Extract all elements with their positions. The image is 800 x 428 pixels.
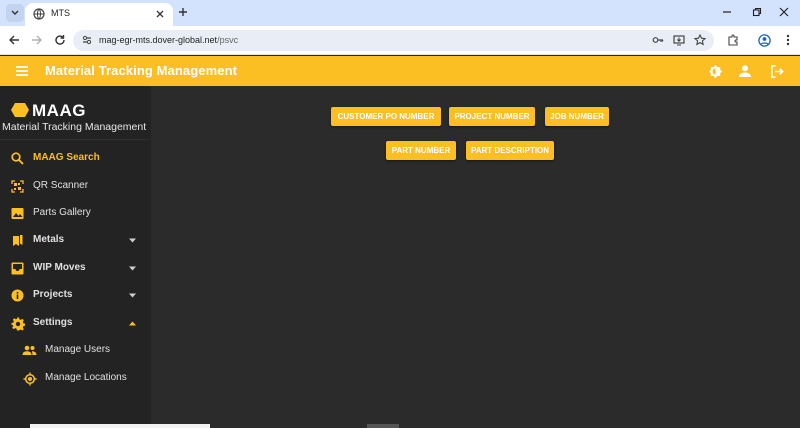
tab-close-button[interactable]: [153, 7, 167, 21]
sidebar-item-label: WIP Moves: [33, 262, 86, 273]
password-key-button[interactable]: [651, 33, 665, 47]
brand-subtitle: Material Tracking Management: [2, 121, 147, 133]
caret-down-icon: [129, 238, 136, 243]
browser-tab[interactable]: MTS: [25, 3, 173, 26]
sidebar-item-parts-gallery[interactable]: Parts Gallery: [0, 200, 151, 227]
sidebar-item-settings[interactable]: Settings: [0, 310, 151, 337]
search-icon: [10, 151, 25, 166]
globe-icon: [33, 8, 45, 20]
sidebar-item-maag-search[interactable]: MAAG Search: [0, 145, 151, 172]
minimize-window-button[interactable]: [718, 4, 736, 20]
job-number-button[interactable]: JOB NUMBER: [545, 107, 609, 126]
person-icon: [739, 65, 751, 77]
sidebar-item-label: MAAG Search: [33, 152, 100, 163]
restore-window-button[interactable]: [748, 4, 766, 20]
sidebar-item-label: Projects: [33, 289, 73, 300]
brand-name: MAAG: [32, 101, 86, 120]
gear-icon: [10, 316, 25, 331]
customer-po-number-button[interactable]: CUSTOMER PO NUMBER: [331, 107, 441, 126]
arrow-right-icon: [32, 35, 42, 45]
sidebar-item-metals[interactable]: Metals: [0, 227, 151, 254]
url-host: mag-egr-mts.dover-global.net: [99, 35, 218, 45]
theme-toggle-button[interactable]: [707, 63, 723, 79]
chevron-down-icon: [11, 10, 19, 15]
location-icon: [22, 371, 37, 386]
key-icon: [652, 37, 664, 43]
sidebar-item-label: Parts Gallery: [33, 207, 91, 218]
minimize-icon: [723, 11, 731, 13]
qr-code-icon: [10, 179, 25, 194]
tab-title: MTS: [51, 8, 70, 18]
kebab-menu-icon: [786, 34, 790, 46]
app-header: Material Tracking Management: [0, 56, 800, 86]
sidebar: MAAG Material Tracking Management MAAG S…: [0, 86, 151, 428]
back-button[interactable]: [6, 32, 22, 48]
browser-toolbar: mag-egr-mts.dover-global.net/psvc: [0, 26, 800, 55]
part-number-button[interactable]: PART NUMBER: [386, 141, 456, 160]
maag-logo-icon: [11, 103, 29, 117]
sidebar-item-qr-scanner[interactable]: QR Scanner: [0, 173, 151, 200]
hamburger-menu-icon[interactable]: [14, 63, 30, 79]
sidebar-item-label: QR Scanner: [33, 180, 89, 191]
close-icon: [779, 7, 789, 17]
sidebar-item-manage-users[interactable]: Manage Users: [0, 337, 151, 364]
inbox-icon: [10, 261, 25, 276]
brightness-icon: [708, 64, 722, 78]
user-profile-button[interactable]: [737, 63, 753, 79]
install-app-button[interactable]: [672, 33, 686, 47]
install-icon: [673, 35, 685, 46]
group-icon: [22, 343, 37, 358]
browser-tab-strip: MTS: [0, 0, 800, 26]
logout-button[interactable]: [768, 63, 784, 79]
bookmark-star-button[interactable]: [693, 33, 707, 47]
info-icon: [10, 288, 25, 303]
horizontal-scrollbar[interactable]: [30, 424, 210, 428]
sidebar-item-projects[interactable]: Projects: [0, 282, 151, 309]
url-path: /psvc: [217, 35, 239, 45]
caret-up-icon: [129, 321, 136, 326]
close-icon: [156, 10, 164, 18]
part-description-button[interactable]: PART DESCRIPTION: [466, 141, 554, 160]
sidebar-item-wip-moves[interactable]: WIP Moves: [0, 255, 151, 282]
forward-button[interactable]: [29, 32, 45, 48]
address-bar[interactable]: mag-egr-mts.dover-global.net/psvc: [73, 30, 714, 51]
close-window-button[interactable]: [775, 4, 793, 20]
tab-search-button[interactable]: [6, 4, 24, 22]
browser-menu-button[interactable]: [780, 32, 796, 48]
url-text[interactable]: mag-egr-mts.dover-global.net/psvc: [99, 35, 238, 45]
profile-button[interactable]: [756, 32, 772, 48]
image-icon: [10, 206, 25, 221]
account-circle-icon: [757, 33, 771, 47]
reload-icon: [55, 35, 65, 45]
project-number-button[interactable]: PROJECT NUMBER: [449, 107, 535, 126]
app-title: Material Tracking Management: [45, 63, 238, 78]
caret-down-icon: [129, 266, 136, 271]
sidebar-item-label: Manage Users: [45, 344, 111, 355]
restore-icon: [752, 7, 762, 17]
scrollbar-thumb[interactable]: [367, 424, 399, 428]
bookmarks-icon: [10, 233, 25, 248]
site-settings-icon[interactable]: [81, 34, 93, 46]
brand: MAAG Material Tracking Management: [0, 86, 151, 140]
caret-down-icon: [129, 293, 136, 298]
sidebar-item-label: Settings: [33, 317, 73, 328]
logout-icon: [770, 64, 784, 78]
sidebar-item-manage-locations[interactable]: Manage Locations: [0, 365, 151, 392]
puzzle-icon: [728, 34, 738, 46]
new-tab-button[interactable]: [176, 5, 190, 19]
sidebar-item-label: Metals: [33, 234, 65, 245]
sidebar-item-label: Manage Locations: [45, 372, 127, 383]
star-icon: [694, 34, 706, 46]
plus-icon: [179, 8, 187, 16]
main-content: CUSTOMER PO NUMBER PROJECT NUMBER JOB NU…: [151, 86, 800, 428]
arrow-left-icon: [9, 35, 19, 45]
reload-button[interactable]: [52, 32, 68, 48]
extensions-button[interactable]: [725, 32, 741, 48]
